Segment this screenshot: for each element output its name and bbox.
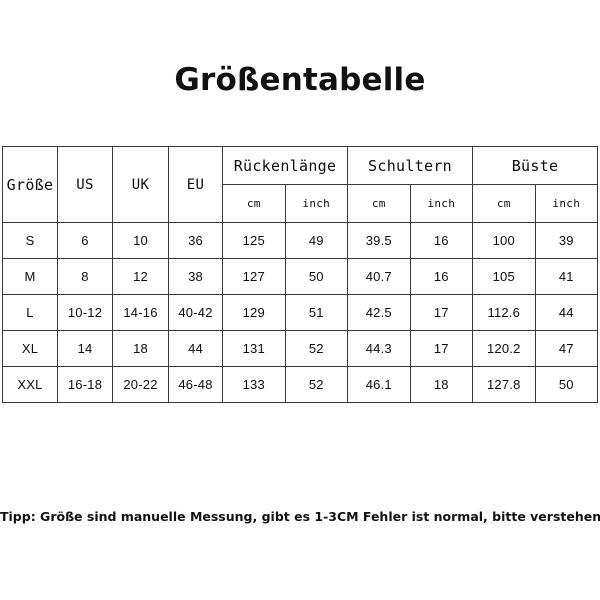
cell-back-cm: 133 (222, 366, 286, 403)
cell-bust-inch: 44 (534, 294, 599, 331)
table-row: XXL 16-18 20-22 46-48 133 52 46.1 18 127… (2, 366, 599, 403)
cell-uk: 20-22 (112, 366, 169, 403)
column-header-blueste-inch: inch (534, 184, 599, 223)
cell-eu: 36 (168, 222, 223, 259)
cell-back-inch: 52 (284, 366, 349, 403)
cell-us: 10-12 (57, 294, 113, 331)
cell-back-cm: 131 (222, 330, 286, 367)
cell-back-inch: 49 (284, 222, 349, 259)
cell-shoulder-inch: 17 (409, 330, 474, 367)
cell-uk: 12 (112, 258, 169, 295)
cell-us: 8 (57, 258, 113, 295)
cell-size: XXL (2, 366, 58, 403)
column-header-group-schultern: Schultern (347, 146, 474, 185)
cell-us: 14 (57, 330, 113, 367)
cell-back-cm: 125 (222, 222, 286, 259)
column-header-group-rueckenlaenge: Rückenlänge (221, 146, 349, 185)
table-header-row-groups: Größe US UK EU Rückenlänge Schultern Büs… (2, 146, 599, 223)
cell-shoulder-inch: 16 (409, 258, 474, 295)
cell-shoulder-cm: 46.1 (347, 366, 411, 403)
cell-eu: 46-48 (168, 366, 223, 403)
cell-bust-inch: 50 (534, 366, 599, 403)
cell-back-inch: 51 (284, 294, 349, 331)
cell-bust-inch: 47 (534, 330, 599, 367)
size-table-container: Größe US UK EU Rückenlänge Schultern Büs… (2, 146, 599, 403)
table-row: XL 14 18 44 131 52 44.3 17 120.2 47 (2, 330, 599, 367)
cell-size: XL (2, 330, 58, 367)
cell-back-cm: 127 (222, 258, 286, 295)
column-header-size: Größe (2, 146, 58, 223)
cell-shoulder-inch: 18 (409, 366, 474, 403)
cell-eu: 38 (168, 258, 223, 295)
column-header-blueste-cm: cm (472, 184, 536, 223)
cell-us: 16-18 (57, 366, 113, 403)
column-header-schultern-inch: inch (409, 184, 474, 223)
page-title: Größentabelle (174, 62, 426, 98)
cell-bust-cm: 120.2 (472, 330, 536, 367)
column-header-group-blueste: Büste (472, 146, 599, 185)
cell-size: S (2, 222, 58, 259)
table-body: S 6 10 36 125 49 39.5 16 100 39 M 8 12 3… (2, 222, 599, 403)
cell-eu: 44 (168, 330, 223, 367)
cell-bust-cm: 127.8 (472, 366, 536, 403)
size-table: Größe US UK EU Rückenlänge Schultern Büs… (2, 146, 599, 403)
size-chart-page: Größentabelle Größe US UK EU Rückenlänge… (0, 0, 600, 600)
column-header-eu: EU (168, 146, 223, 223)
cell-shoulder-cm: 44.3 (347, 330, 411, 367)
table-row: M 8 12 38 127 50 40.7 16 105 41 (2, 258, 599, 295)
cell-shoulder-inch: 16 (409, 222, 474, 259)
table-row: L 10-12 14-16 40-42 129 51 42.5 17 112.6… (2, 294, 599, 331)
column-header-uk: UK (112, 146, 169, 223)
cell-bust-cm: 105 (472, 258, 536, 295)
cell-bust-inch: 41 (534, 258, 599, 295)
column-header-rueckenlaenge-cm: cm (222, 184, 286, 223)
cell-back-inch: 50 (284, 258, 349, 295)
table-header: Größe US UK EU Rückenlänge Schultern Büs… (2, 146, 599, 223)
cell-uk: 14-16 (112, 294, 169, 331)
column-header-rueckenlaenge-inch: inch (284, 184, 349, 223)
cell-back-cm: 129 (222, 294, 286, 331)
cell-shoulder-cm: 40.7 (347, 258, 411, 295)
cell-shoulder-cm: 39.5 (347, 222, 411, 259)
table-row: S 6 10 36 125 49 39.5 16 100 39 (2, 222, 599, 259)
cell-uk: 10 (112, 222, 169, 259)
cell-eu: 40-42 (168, 294, 223, 331)
cell-shoulder-cm: 42.5 (347, 294, 411, 331)
measurement-disclaimer-note: Tipp: Größe sind manuelle Messung, gibt … (0, 509, 600, 524)
cell-bust-inch: 39 (534, 222, 599, 259)
cell-size: M (2, 258, 58, 295)
column-header-schultern-cm: cm (347, 184, 411, 223)
cell-bust-cm: 100 (472, 222, 536, 259)
cell-bust-cm: 112.6 (472, 294, 536, 331)
cell-shoulder-inch: 17 (409, 294, 474, 331)
cell-size: L (2, 294, 58, 331)
cell-back-inch: 52 (284, 330, 349, 367)
cell-us: 6 (57, 222, 113, 259)
cell-uk: 18 (112, 330, 169, 367)
column-header-us: US (57, 146, 113, 223)
